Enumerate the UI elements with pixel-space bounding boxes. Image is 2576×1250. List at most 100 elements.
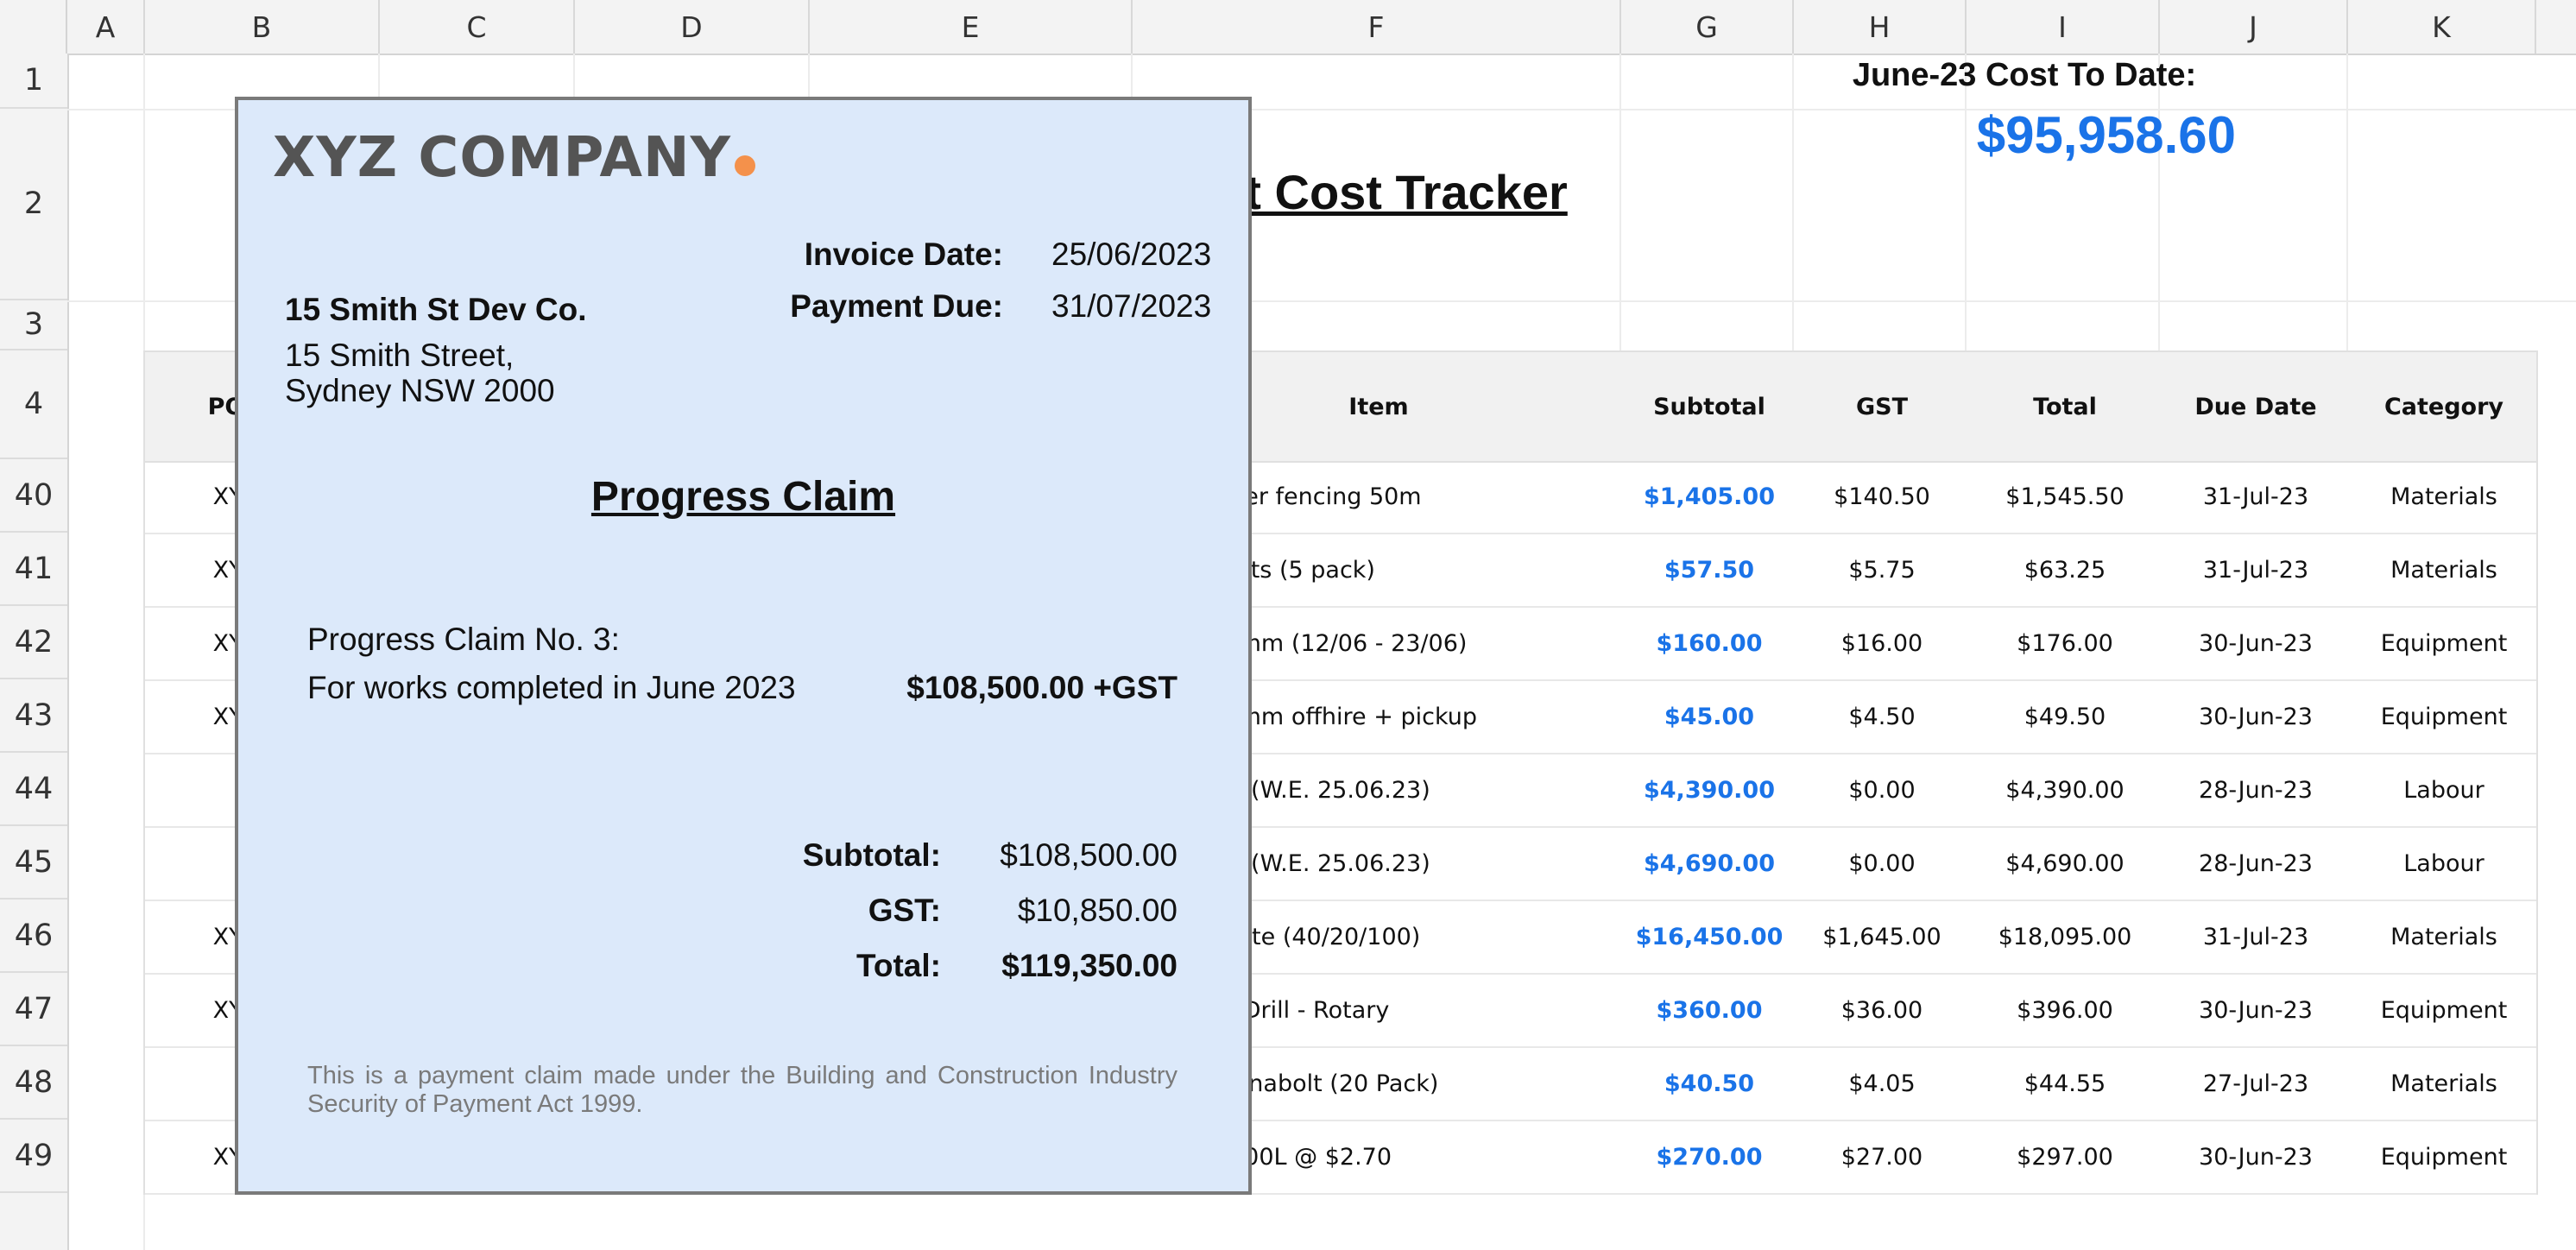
grid-line	[1792, 54, 1794, 350]
cell-due-date[interactable]: 30-Jun-23	[2162, 1121, 2350, 1193]
cell-category[interactable]: Equipment	[2350, 681, 2538, 753]
cell-due-date[interactable]: 31-Jul-23	[2162, 534, 2350, 606]
cell-category[interactable]: Materials	[2350, 901, 2538, 973]
total-value: $119,350.00	[1001, 948, 1178, 983]
header-gst[interactable]: GST	[1796, 352, 1968, 461]
column-header-a[interactable]: A	[67, 0, 145, 54]
cell-subtotal[interactable]: $270.00	[1623, 1121, 1796, 1193]
column-header-bar: A B C D E F G H I J K	[0, 0, 2576, 55]
column-header-h[interactable]: H	[1794, 0, 1967, 54]
cell-total[interactable]: $297.00	[1968, 1121, 2162, 1193]
column-header-g[interactable]: G	[1621, 0, 1794, 54]
cell-total[interactable]: $396.00	[1968, 975, 2162, 1046]
cell-subtotal[interactable]: $4,690.00	[1623, 828, 1796, 900]
subtotal-label: Subtotal:	[802, 837, 941, 873]
cell-subtotal[interactable]: $360.00	[1623, 975, 1796, 1046]
cell-due-date[interactable]: 30-Jun-23	[2162, 608, 2350, 679]
cell-gst[interactable]: $5.75	[1796, 534, 1968, 606]
cell-subtotal[interactable]: $160.00	[1623, 608, 1796, 679]
cell-total[interactable]: $49.50	[1968, 681, 2162, 753]
invoice-date-value: 25/06/2023	[1051, 237, 1212, 272]
header-subtotal[interactable]: Subtotal	[1623, 352, 1796, 461]
claim-heading: Progress Claim	[590, 474, 896, 520]
row-header-44[interactable]: 44	[0, 753, 67, 826]
cell-gst[interactable]: $36.00	[1796, 975, 1968, 1046]
grid-line	[2158, 54, 2160, 350]
cell-gst[interactable]: $4.05	[1796, 1048, 1968, 1120]
cell-subtotal[interactable]: $45.00	[1623, 681, 1796, 753]
row-header-46[interactable]: 46	[0, 900, 67, 973]
column-header-b[interactable]: B	[145, 0, 380, 54]
payment-due-value: 31/07/2023	[1051, 288, 1212, 324]
cell-subtotal[interactable]: $1,405.00	[1623, 461, 1796, 533]
row-header-42[interactable]: 42	[0, 606, 67, 679]
claim-amount: $108,500.00 +GST	[906, 670, 1178, 705]
cell-total[interactable]: $63.25	[1968, 534, 2162, 606]
cell-total[interactable]: $4,390.00	[1968, 754, 2162, 826]
cell-subtotal[interactable]: $40.50	[1623, 1048, 1796, 1120]
claim-number: Progress Claim No. 3:	[307, 622, 620, 657]
header-total[interactable]: Total	[1968, 352, 2162, 461]
row-header-45[interactable]: 45	[0, 826, 67, 900]
column-header-e[interactable]: E	[810, 0, 1133, 54]
cell-gst[interactable]: $16.00	[1796, 608, 1968, 679]
cell-category[interactable]: Equipment	[2350, 975, 2538, 1046]
row-header-bar: 1 2 3 4 40 41 42 43 44 45 46 47 48 49	[0, 54, 69, 1250]
row-header-47[interactable]: 47	[0, 973, 67, 1046]
cell-due-date[interactable]: 28-Jun-23	[2162, 754, 2350, 826]
cell-category[interactable]: Equipment	[2350, 1121, 2538, 1193]
cell-gst[interactable]: $0.00	[1796, 828, 1968, 900]
cell-total[interactable]: $44.55	[1968, 1048, 2162, 1120]
header-category[interactable]: Category	[2350, 352, 2538, 461]
column-header-j[interactable]: J	[2160, 0, 2348, 54]
row-header-2[interactable]: 2	[0, 109, 67, 300]
header-due-date[interactable]: Due Date	[2162, 352, 2350, 461]
cell-total[interactable]: $18,095.00	[1968, 901, 2162, 973]
row-header-40[interactable]: 40	[0, 459, 67, 533]
column-header-d[interactable]: D	[575, 0, 810, 54]
row-header-4[interactable]: 4	[0, 350, 67, 459]
claim-description: For works completed in June 2023	[307, 670, 796, 705]
cell-due-date[interactable]: 31-Jul-23	[2162, 461, 2350, 533]
cell-due-date[interactable]: 27-Jul-23	[2162, 1048, 2350, 1120]
cell-total[interactable]: $176.00	[1968, 608, 2162, 679]
row-header-41[interactable]: 41	[0, 533, 67, 606]
cell-category[interactable]: Materials	[2350, 461, 2538, 533]
cell-due-date[interactable]: 31-Jul-23	[2162, 901, 2350, 973]
subtotal-value: $108,500.00	[1000, 837, 1178, 873]
column-header-i[interactable]: I	[1967, 0, 2160, 54]
cell-subtotal[interactable]: $4,390.00	[1623, 754, 1796, 826]
cell-gst[interactable]: $4.50	[1796, 681, 1968, 753]
cell-total[interactable]: $1,545.50	[1968, 461, 2162, 533]
cell-due-date[interactable]: 30-Jun-23	[2162, 975, 2350, 1046]
cell-gst[interactable]: $27.00	[1796, 1121, 1968, 1193]
row-header-43[interactable]: 43	[0, 679, 67, 753]
cell-category[interactable]: Labour	[2350, 828, 2538, 900]
cell-due-date[interactable]: 30-Jun-23	[2162, 681, 2350, 753]
cell-due-date[interactable]: 28-Jun-23	[2162, 828, 2350, 900]
cell-gst[interactable]: $140.50	[1796, 461, 1968, 533]
column-header-k[interactable]: K	[2348, 0, 2536, 54]
row-header-49[interactable]: 49	[0, 1120, 67, 1193]
cell-category[interactable]: Materials	[2350, 1048, 2538, 1120]
cell-category[interactable]: Labour	[2350, 754, 2538, 826]
cell-category[interactable]: Materials	[2350, 534, 2538, 606]
row-header-1[interactable]: 1	[0, 54, 67, 109]
column-header-c[interactable]: C	[380, 0, 575, 54]
column-header-f[interactable]: F	[1133, 0, 1621, 54]
cell-total[interactable]: $4,690.00	[1968, 828, 2162, 900]
invoice-image[interactable]: XYZ COMPANY Invoice Date: 25/06/2023 Pay…	[235, 97, 1252, 1195]
cell-subtotal[interactable]: $57.50	[1623, 534, 1796, 606]
cell-category[interactable]: Equipment	[2350, 608, 2538, 679]
client-address-line2: Sydney NSW 2000	[285, 373, 555, 408]
cell-gst[interactable]: $1,645.00	[1796, 901, 1968, 973]
invoice-date-label: Invoice Date:	[804, 237, 1003, 272]
legal-footer: This is a payment claim made under the B…	[307, 1062, 1178, 1118]
row-header-48[interactable]: 48	[0, 1046, 67, 1120]
select-all-corner[interactable]	[0, 0, 67, 54]
cell-subtotal[interactable]: $16,450.00	[1623, 901, 1796, 973]
row-header-3[interactable]: 3	[0, 300, 67, 350]
gst-label: GST:	[868, 893, 941, 928]
grid-line	[2346, 54, 2348, 350]
cell-gst[interactable]: $0.00	[1796, 754, 1968, 826]
